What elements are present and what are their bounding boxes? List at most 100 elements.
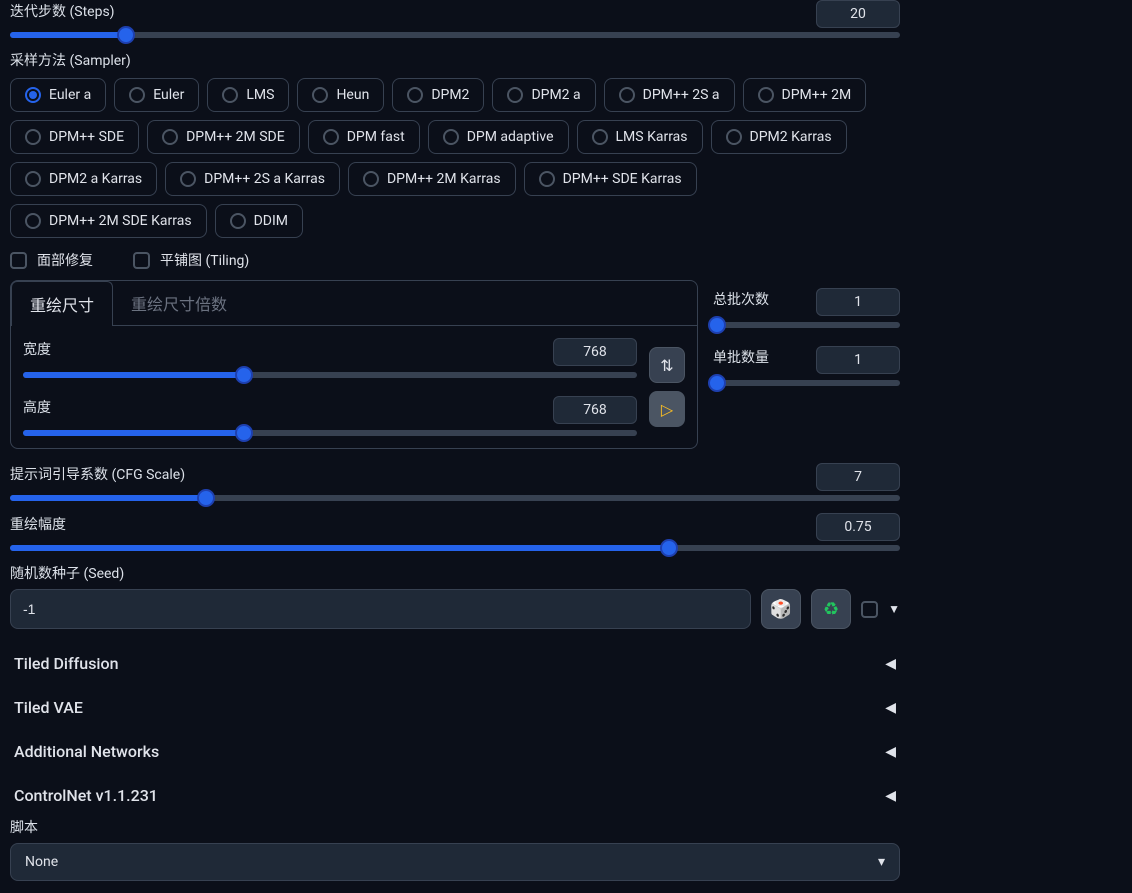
sampler-option[interactable]: DPM++ 2M SDE Karras bbox=[10, 204, 207, 238]
seed-label: 随机数种子 (Seed) bbox=[10, 563, 900, 583]
sampler-option[interactable]: DPM++ 2M SDE bbox=[147, 120, 300, 154]
random-seed-button[interactable]: 🎲 bbox=[761, 589, 801, 629]
sampler-option-label: DPM++ 2M SDE bbox=[186, 129, 285, 145]
sampler-option[interactable]: LMS Karras bbox=[577, 120, 703, 154]
chevron-left-icon: ◀ bbox=[885, 656, 896, 672]
sampler-option[interactable]: Heun bbox=[297, 78, 384, 112]
sampler-option-label: DPM++ SDE bbox=[49, 129, 124, 145]
denoise-value[interactable]: 0.75 bbox=[816, 513, 900, 541]
face-restore-checkbox[interactable]: 面部修复 bbox=[10, 250, 93, 270]
cfg-label: 提示词引导系数 (CFG Scale) bbox=[10, 464, 185, 484]
tab-resize-multiplier[interactable]: 重绘尺寸倍数 bbox=[113, 281, 245, 325]
sampler-option-label: LMS Karras bbox=[616, 129, 688, 145]
chevron-left-icon: ◀ bbox=[885, 700, 896, 716]
cfg-value[interactable]: 7 bbox=[816, 463, 900, 491]
batch-count-value[interactable]: 1 bbox=[816, 288, 900, 316]
sampler-option-label: DPM++ 2M bbox=[782, 87, 852, 103]
batch-size-slider[interactable] bbox=[713, 380, 900, 386]
checkbox-icon bbox=[10, 252, 27, 269]
width-label: 宽度 bbox=[23, 339, 51, 359]
sampler-options: Euler a Euler LMS Heun DPM2 DPM2 a DPM++ 2S a D… bbox=[10, 78, 900, 238]
sampler-option-label: DPM++ 2M Karras bbox=[387, 171, 501, 187]
dice-icon: 🎲 bbox=[770, 599, 792, 620]
sampler-option-label: DPM2 Karras bbox=[750, 129, 832, 145]
height-value[interactable]: 768 bbox=[553, 396, 637, 424]
checkbox-icon bbox=[133, 252, 150, 269]
seed-input[interactable] bbox=[10, 589, 751, 629]
accordion-header[interactable]: Tiled Diffusion ◀ bbox=[10, 641, 900, 685]
sampler-option-label: DPM adaptive bbox=[467, 129, 554, 145]
tab-resize[interactable]: 重绘尺寸 bbox=[11, 281, 113, 326]
width-value[interactable]: 768 bbox=[553, 338, 637, 366]
steps-slider[interactable] bbox=[10, 32, 900, 38]
chevron-left-icon: ◀ bbox=[885, 788, 896, 804]
sampler-option[interactable]: DPM2 bbox=[392, 78, 484, 112]
steps-value[interactable]: 20 bbox=[816, 0, 900, 28]
batch-size-value[interactable]: 1 bbox=[816, 346, 900, 374]
accordion-header[interactable]: ControlNet v1.1.231◀ bbox=[10, 773, 900, 817]
sampler-option[interactable]: DPM2 a Karras bbox=[10, 162, 157, 196]
reuse-seed-button[interactable]: ♻ bbox=[811, 589, 851, 629]
sampler-option[interactable]: DPM2 a bbox=[492, 78, 595, 112]
radio-icon bbox=[443, 129, 459, 145]
batch-count-slider[interactable] bbox=[713, 322, 900, 328]
sampler-option-label: DPM2 a Karras bbox=[49, 171, 142, 187]
sampler-option-label: Euler a bbox=[49, 87, 91, 103]
batch-size-label: 单批数量 bbox=[713, 347, 769, 367]
width-slider[interactable] bbox=[23, 372, 637, 378]
denoise-slider[interactable] bbox=[10, 545, 900, 551]
sampler-option-label: DPM++ 2S a Karras bbox=[204, 171, 325, 187]
accordion-title: Tiled VAE bbox=[14, 698, 83, 717]
radio-icon bbox=[323, 129, 339, 145]
height-slider[interactable] bbox=[23, 430, 637, 436]
resize-panel: 重绘尺寸 重绘尺寸倍数 宽度 768 bbox=[10, 280, 698, 449]
sampler-option[interactable]: DPM++ SDE Karras bbox=[524, 162, 697, 196]
radio-icon bbox=[222, 87, 238, 103]
denoise-label: 重绘幅度 bbox=[10, 514, 66, 534]
script-dropdown[interactable]: None ▾ bbox=[10, 843, 900, 881]
sampler-option-label: DPM++ 2S a bbox=[643, 87, 720, 103]
sampler-option-label: DPM++ 2M SDE Karras bbox=[49, 213, 192, 229]
dropdown-caret-icon: ▾ bbox=[878, 854, 885, 870]
radio-icon bbox=[312, 87, 328, 103]
aspect-tool-button[interactable]: ▷ bbox=[649, 391, 685, 427]
radio-icon bbox=[539, 171, 555, 187]
sampler-option[interactable]: DPM2 Karras bbox=[711, 120, 847, 154]
accordion-header[interactable]: Tiled VAE ◀ bbox=[10, 685, 900, 729]
radio-icon bbox=[592, 129, 608, 145]
cursor-icon: ▷ bbox=[661, 400, 673, 419]
radio-icon bbox=[180, 171, 196, 187]
accordion-header[interactable]: Additional Networks◀ bbox=[10, 729, 900, 773]
sampler-option[interactable]: DPM++ 2S a bbox=[604, 78, 735, 112]
cfg-slider[interactable] bbox=[10, 495, 900, 501]
radio-icon bbox=[363, 171, 379, 187]
sampler-option[interactable]: Euler bbox=[114, 78, 199, 112]
accordion-title: Tiled Diffusion bbox=[14, 654, 118, 673]
sampler-option[interactable]: DPM++ 2M Karras bbox=[348, 162, 516, 196]
sampler-option[interactable]: DPM++ 2S a Karras bbox=[165, 162, 340, 196]
accordion-title: Additional Networks bbox=[14, 742, 159, 761]
seed-extra-checkbox[interactable] bbox=[861, 601, 878, 618]
radio-icon bbox=[726, 129, 742, 145]
radio-icon bbox=[507, 87, 523, 103]
sampler-option-label: Heun bbox=[336, 87, 369, 103]
sampler-option-label: LMS bbox=[246, 87, 274, 103]
tiling-checkbox[interactable]: 平铺图 (Tiling) bbox=[133, 250, 249, 270]
sampler-option[interactable]: DPM++ SDE bbox=[10, 120, 139, 154]
sampler-option[interactable]: DPM++ 2M bbox=[743, 78, 867, 112]
sampler-option-label: DPM2 a bbox=[531, 87, 580, 103]
seed-expand-caret[interactable]: ▼ bbox=[888, 602, 900, 616]
radio-icon bbox=[25, 213, 41, 229]
sampler-option-label: Euler bbox=[153, 87, 184, 103]
radio-icon bbox=[407, 87, 423, 103]
face-restore-label: 面部修复 bbox=[37, 250, 93, 270]
sampler-option-label: DPM fast bbox=[347, 129, 405, 145]
sampler-option[interactable]: LMS bbox=[207, 78, 289, 112]
sampler-option[interactable]: Euler a bbox=[10, 78, 106, 112]
swap-dimensions-button[interactable]: ⇅ bbox=[649, 347, 685, 383]
radio-icon bbox=[162, 129, 178, 145]
sampler-option[interactable]: DDIM bbox=[215, 204, 303, 238]
sampler-option-label: DPM++ SDE Karras bbox=[563, 171, 682, 187]
sampler-option[interactable]: DPM fast bbox=[308, 120, 420, 154]
sampler-option[interactable]: DPM adaptive bbox=[428, 120, 569, 154]
